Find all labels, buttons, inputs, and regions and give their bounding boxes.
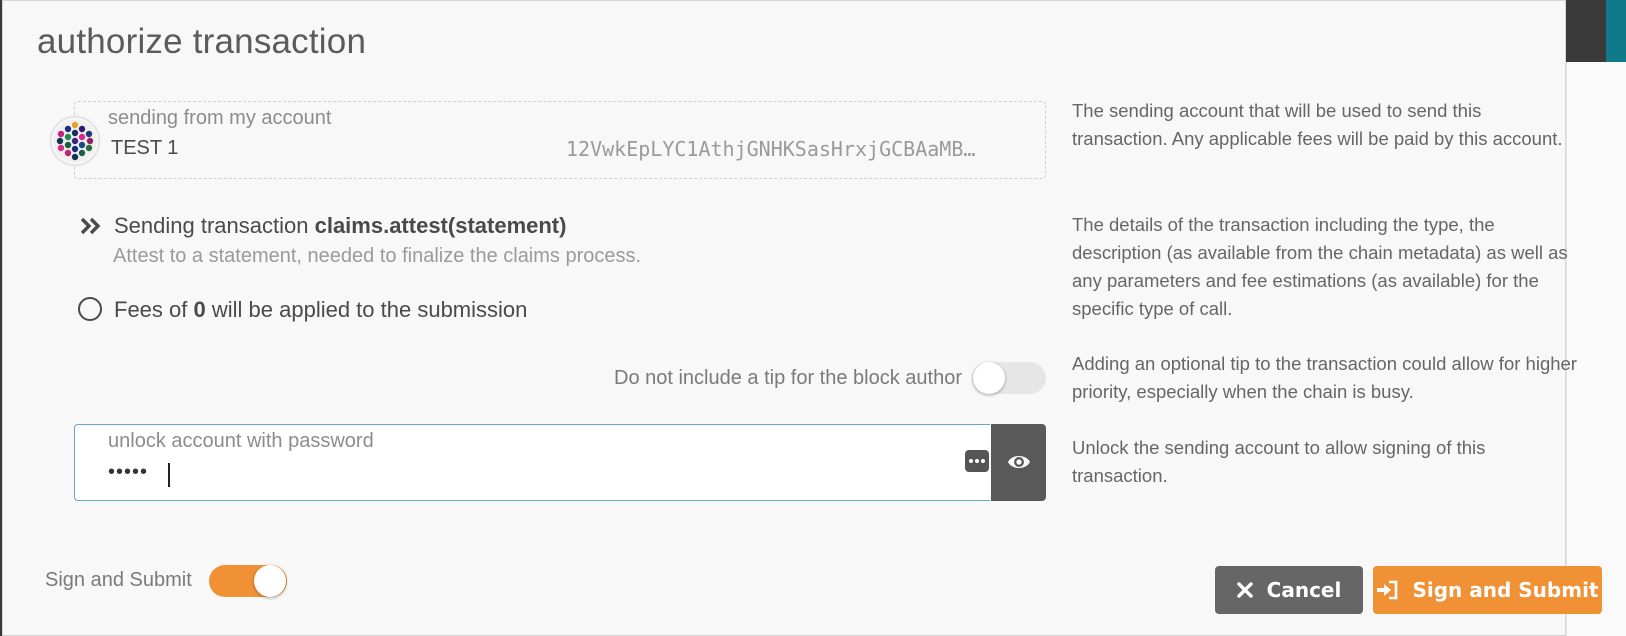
- transaction-call: claims.attest(statement): [314, 213, 567, 238]
- sign-and-submit-button[interactable]: Sign and Submit: [1373, 566, 1602, 614]
- tip-toggle-knob[interactable]: [973, 362, 1005, 394]
- sign-in-icon: [1377, 580, 1398, 600]
- tip-toggle-label: Do not include a tip for the block autho…: [614, 367, 962, 389]
- transaction-summary: Sending transaction claims.attest(statem…: [114, 213, 566, 239]
- sign-submit-toggle-knob[interactable]: [254, 565, 286, 597]
- transaction-prefix: Sending transaction: [114, 213, 309, 238]
- account-name: TEST 1: [111, 137, 179, 159]
- double-chevron-right-icon: [80, 217, 101, 235]
- password-label: unlock account with password: [108, 430, 374, 452]
- modal-title: authorize transaction: [37, 22, 367, 61]
- transaction-help-text: The details of the transaction including…: [1072, 214, 1568, 319]
- account-address: 12VwkEpLYC1AthjGNHKSasHrxjGCBAaMB…: [566, 137, 976, 161]
- eye-icon: [1008, 456, 1030, 468]
- account-help-text: The sending account that will be used to…: [1072, 100, 1563, 149]
- fee-amount: 0: [193, 297, 206, 322]
- password-value[interactable]: •••••: [108, 461, 148, 484]
- fee-summary: Fees of 0 will be applied to the submiss…: [114, 297, 527, 323]
- text-caret: [168, 463, 170, 487]
- circle-outline-icon: [78, 297, 102, 321]
- cancel-button[interactable]: Cancel: [1215, 566, 1363, 614]
- account-label: sending from my account: [108, 107, 332, 129]
- fee-prefix: Fees of: [114, 297, 188, 322]
- account-identicon: [50, 116, 100, 166]
- tip-help-text: Adding an optional tip to the transactio…: [1072, 353, 1577, 402]
- background-accent: [1606, 0, 1626, 62]
- sign-submit-toggle-label: Sign and Submit: [45, 569, 192, 591]
- show-password-button[interactable]: [991, 424, 1046, 501]
- password-help-text: Unlock the sending account to allow sign…: [1072, 437, 1486, 486]
- sign-and-submit-button-label: Sign and Submit: [1412, 578, 1599, 602]
- cancel-button-label: Cancel: [1266, 578, 1342, 602]
- transaction-description: Attest to a statement, needed to finaliz…: [113, 245, 642, 267]
- close-icon: [1236, 582, 1253, 598]
- more-dots-icon[interactable]: [965, 450, 989, 472]
- fee-suffix: will be applied to the submission: [211, 297, 528, 322]
